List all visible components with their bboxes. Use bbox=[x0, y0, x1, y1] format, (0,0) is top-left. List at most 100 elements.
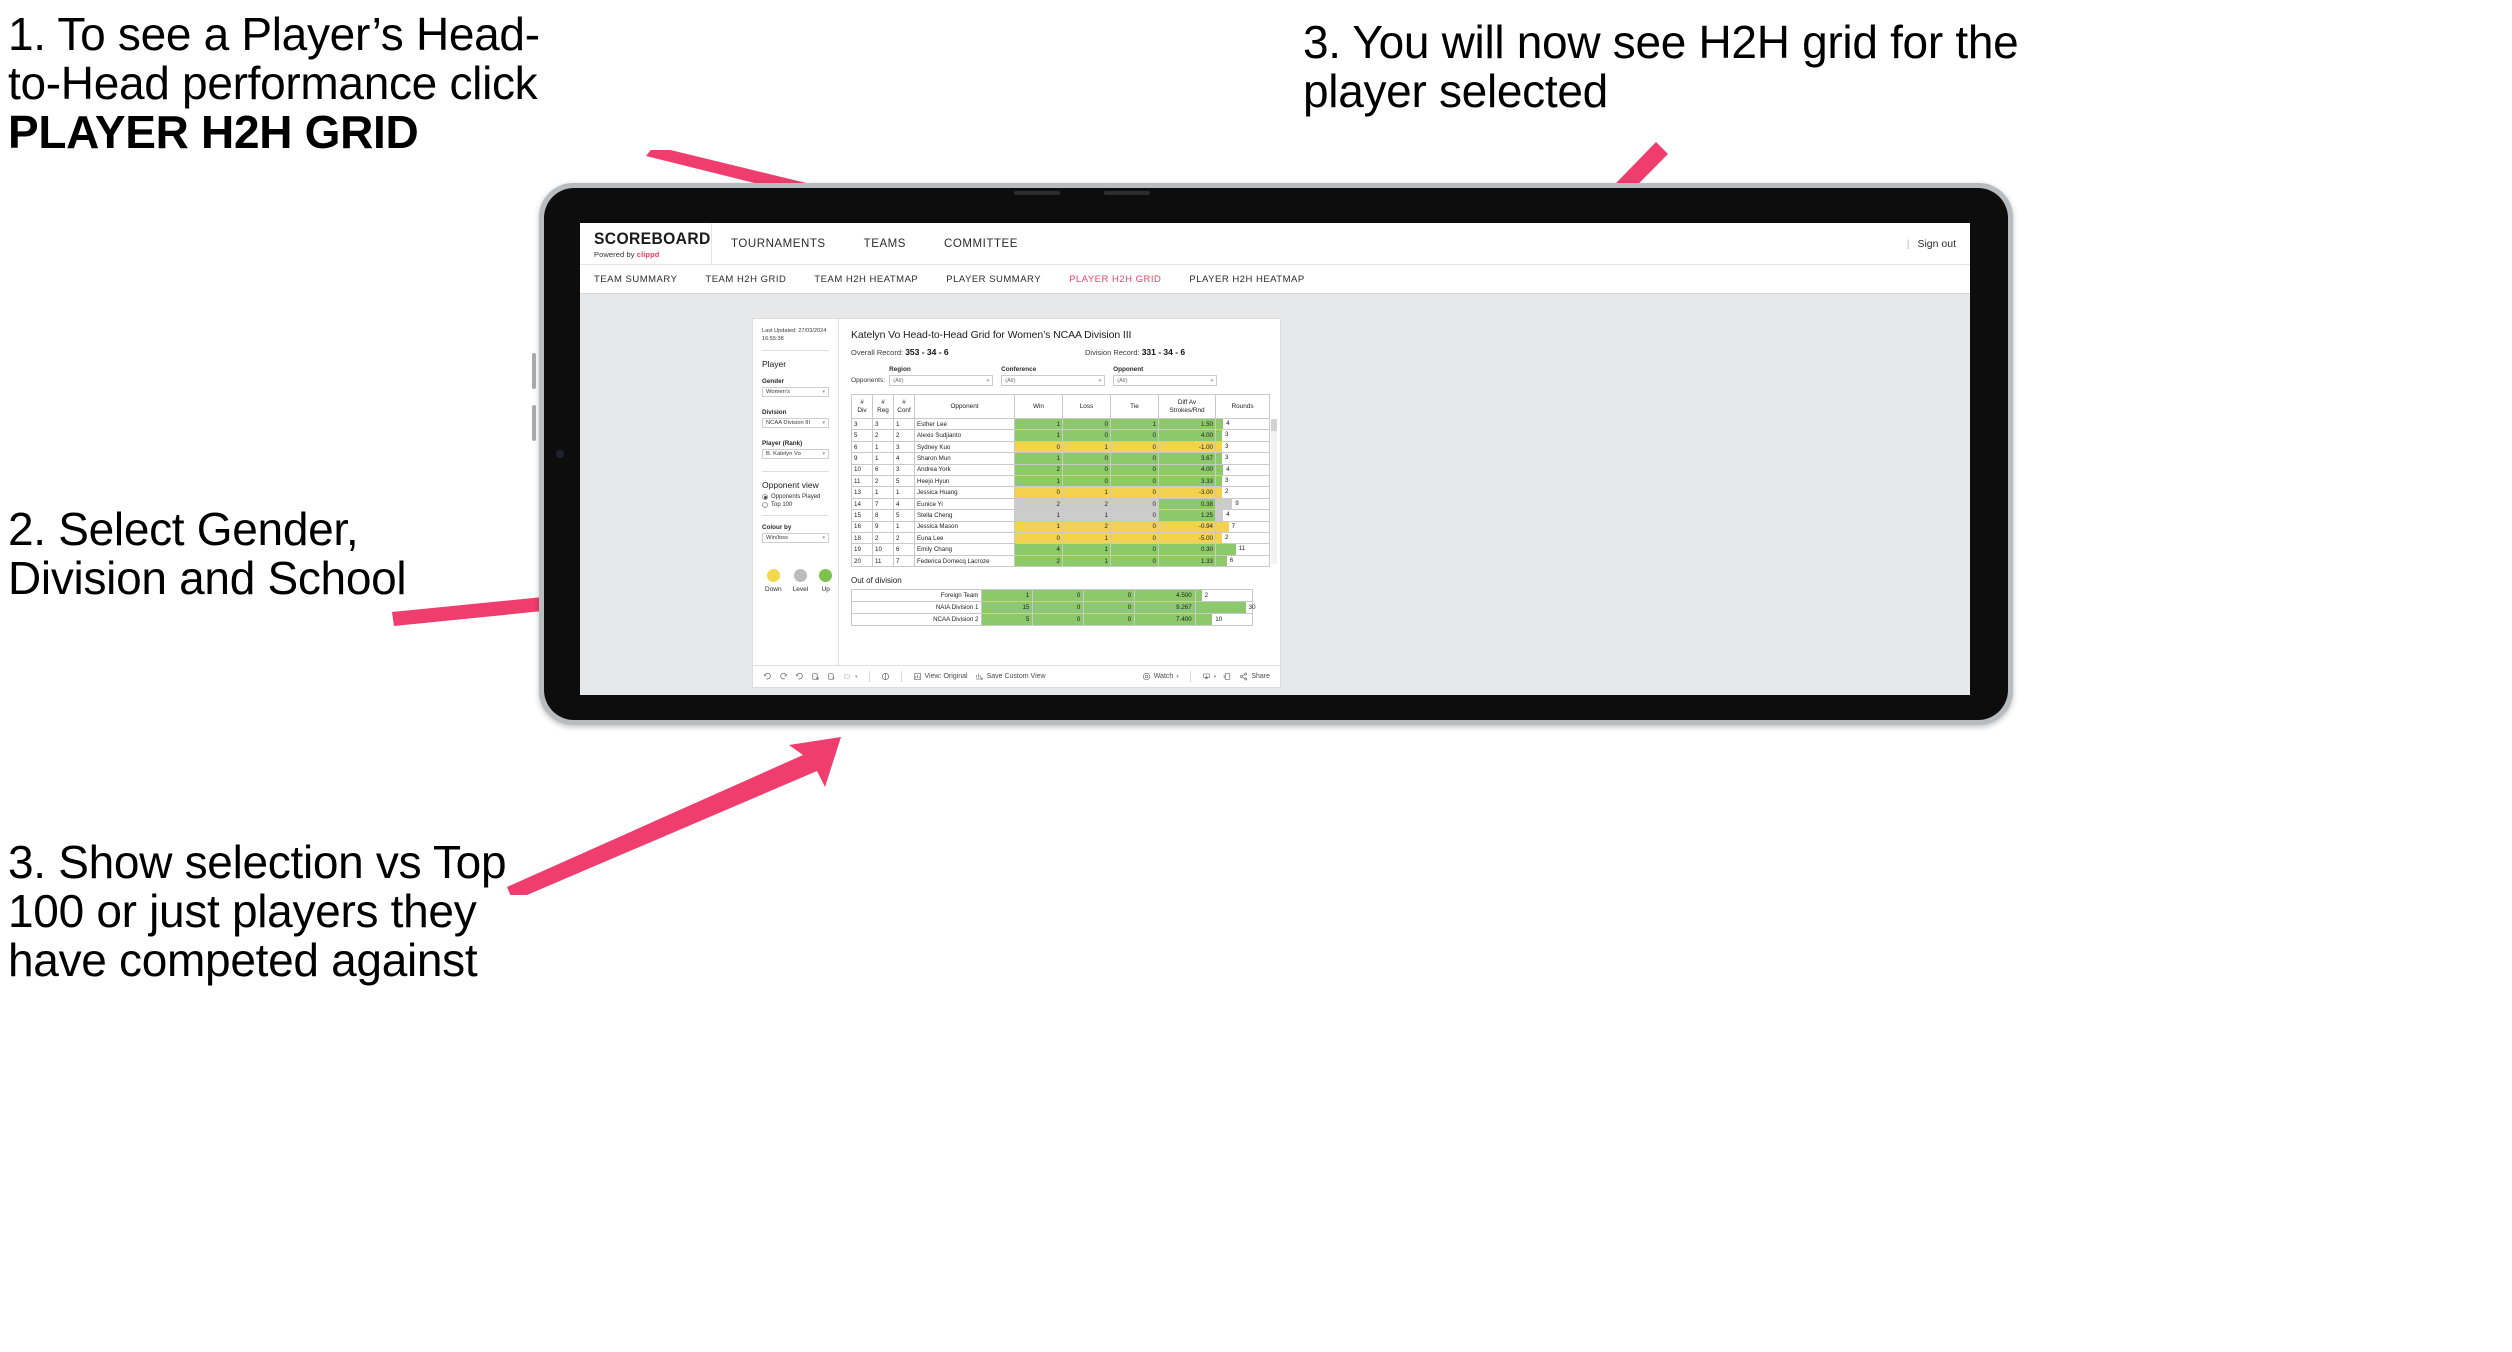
division-select[interactable]: NCAA Division III ▾ bbox=[762, 418, 829, 429]
cell-reg: 11 bbox=[872, 554, 894, 568]
table-row[interactable]: 5 2 2 Alexis Sudjianto 1 0 0 4.00 3 bbox=[851, 429, 1270, 442]
table-row[interactable]: 16 9 1 Jessica Mason 1 2 0 -0.94 7 bbox=[851, 520, 1270, 534]
cell-conf: 3 bbox=[893, 463, 915, 477]
col-conf-top: # bbox=[902, 398, 906, 406]
revert-button[interactable] bbox=[795, 672, 804, 681]
annotation-4: 3. You will now see H2H grid for the pla… bbox=[1303, 16, 2019, 118]
player-rank-select[interactable]: B. Katelyn Vo ▾ bbox=[762, 449, 829, 460]
redo-button[interactable] bbox=[779, 672, 788, 681]
cell-tie: 0 bbox=[1110, 497, 1159, 511]
cell-diff: 3.67 bbox=[1158, 452, 1216, 465]
cell-div: 9 bbox=[851, 452, 873, 465]
table-row[interactable]: 6 1 3 Sydney Kuo 0 1 0 -1.00 3 bbox=[851, 440, 1270, 454]
table-row[interactable]: 10 6 3 Andrea York 2 0 0 4.00 4 bbox=[851, 463, 1270, 477]
subnav-item-player-h2h-grid[interactable]: PLAYER H2H GRID bbox=[1069, 274, 1161, 285]
share-button[interactable]: Share bbox=[1239, 672, 1270, 681]
table-row[interactable]: NAIA Division 1 15 0 0 9.267 30 bbox=[850, 601, 1256, 615]
sign-out-link[interactable]: Sign out bbox=[1917, 238, 1956, 250]
table-row[interactable]: 20 11 7 Federica Domecq Lacroze 2 1 0 1.33 6 bbox=[851, 554, 1270, 568]
rounds-value: 3 bbox=[1225, 477, 1229, 485]
subnav-item-team-h2h-grid[interactable]: TEAM H2H GRID bbox=[705, 274, 786, 285]
subnav-item-team-h2h-heatmap[interactable]: TEAM H2H HEATMAP bbox=[814, 274, 918, 285]
cell-diff: 3.33 bbox=[1158, 475, 1216, 488]
grid-scrollbar[interactable] bbox=[1271, 419, 1277, 564]
topnav-item-tournaments[interactable]: TOURNAMENTS bbox=[712, 223, 845, 264]
cell-tie: 0 bbox=[1110, 509, 1159, 522]
pause-button[interactable] bbox=[827, 672, 836, 681]
col-reg: # Reg bbox=[872, 394, 894, 419]
cell-out-of-division-name: NCAA Division 2 bbox=[850, 613, 983, 627]
download-button[interactable]: ▾ bbox=[1202, 672, 1217, 681]
topnav-item-teams[interactable]: TEAMS bbox=[845, 223, 925, 264]
subnav-item-player-h2h-heatmap[interactable]: PLAYER H2H HEATMAP bbox=[1189, 274, 1304, 285]
cell-reg: 7 bbox=[872, 497, 894, 511]
cell-opponent: Jessica Mason bbox=[914, 520, 1015, 534]
cell-tie: 0 bbox=[1110, 543, 1159, 556]
cell-diff: -5.00 bbox=[1158, 532, 1216, 545]
table-row[interactable]: 3 3 1 Esther Lee 1 0 1 1.50 4 bbox=[851, 417, 1270, 431]
table-row[interactable]: 9 1 4 Sharon Mun 1 0 0 3.67 3 bbox=[851, 452, 1270, 465]
rounds-value: 3 bbox=[1225, 442, 1229, 450]
cell-win: 2 bbox=[1014, 497, 1063, 511]
cell-loss: 0 bbox=[1062, 475, 1111, 488]
highlight-button[interactable]: ▾ bbox=[843, 672, 858, 681]
filter-conference-select[interactable]: (All) ▾ bbox=[1001, 375, 1106, 386]
cell-reg: 1 bbox=[872, 440, 894, 454]
col-div-bottom: Div bbox=[857, 406, 867, 414]
out-of-division-table: Foreign Team 1 0 0 4.500 2 NAIA Division 1 15 0 0… bbox=[850, 589, 1256, 627]
cell-win: 1 bbox=[1014, 417, 1063, 431]
table-row[interactable]: 13 1 1 Jessica Huang 0 1 0 -3.00 2 bbox=[851, 486, 1270, 499]
view-original-button[interactable]: View: Original bbox=[913, 672, 968, 681]
radio-opponents-played[interactable]: Opponents Played bbox=[762, 494, 829, 501]
cell-loss: 1 bbox=[1062, 554, 1111, 568]
division-record-label: Division Record: bbox=[1085, 348, 1142, 357]
colour-by-select[interactable]: Win/loss ▾ bbox=[762, 533, 829, 544]
table-row[interactable]: 15 8 5 Stella Cheng 1 1 0 1.25 4 bbox=[851, 509, 1270, 522]
col-div-top: # bbox=[860, 398, 864, 406]
filter-region-select[interactable]: (All) ▾ bbox=[889, 375, 994, 386]
brand-logo[interactable]: SCOREBOARD Powered by clippd bbox=[580, 223, 712, 264]
cell-opponent: Andrea York bbox=[914, 463, 1015, 477]
colour-legend: Down Level Up bbox=[762, 569, 833, 593]
table-row[interactable]: Foreign Team 1 0 0 4.500 2 bbox=[850, 589, 1254, 603]
subnav-item-player-summary[interactable]: PLAYER SUMMARY bbox=[946, 274, 1041, 285]
save-custom-view-button[interactable]: Save Custom View bbox=[975, 672, 1046, 681]
undo-button[interactable] bbox=[763, 672, 772, 681]
cell-opponent: Alexis Sudjianto bbox=[914, 429, 1015, 442]
tablet-speaker-right bbox=[1104, 191, 1150, 195]
topnav-item-committee[interactable]: COMMITTEE bbox=[925, 223, 1037, 264]
legend-dot-up bbox=[819, 569, 833, 583]
radio-top-100[interactable]: Top 100 bbox=[762, 502, 829, 509]
table-row[interactable]: 14 7 4 Eunice Yi 2 2 0 0.38 9 bbox=[851, 497, 1270, 511]
filter-conference: Conference (All) ▾ bbox=[1001, 366, 1106, 386]
watch-button[interactable]: Watch ▾ bbox=[1142, 672, 1179, 681]
fullscreen-button[interactable] bbox=[1223, 672, 1232, 681]
cell-rounds: 4 bbox=[1215, 463, 1270, 477]
rounds-bar bbox=[1195, 614, 1213, 626]
filter-opponent-select[interactable]: (All) ▾ bbox=[1113, 375, 1218, 386]
cell-diff: 1.50 bbox=[1158, 417, 1216, 431]
cell-loss: 0 bbox=[1032, 589, 1085, 603]
table-row[interactable]: 19 10 6 Emily Chang 4 1 0 0.30 11 bbox=[851, 543, 1270, 556]
table-row[interactable]: 11 2 5 Heejo Hyun 1 0 0 3.33 3 bbox=[851, 475, 1270, 488]
cell-conf: 2 bbox=[893, 429, 915, 442]
chevron-down-icon: ▾ bbox=[822, 451, 825, 458]
grid-scrollbar-thumb[interactable] bbox=[1271, 419, 1277, 431]
gender-select[interactable]: Women's ▾ bbox=[762, 387, 829, 398]
subnav-item-team-summary[interactable]: TEAM SUMMARY bbox=[594, 274, 677, 285]
pause-auto-updates-button[interactable] bbox=[881, 672, 890, 681]
rounds-bar bbox=[1216, 544, 1236, 555]
cell-tie: 0 bbox=[1110, 452, 1159, 465]
brand-sub-name: clippd bbox=[636, 249, 660, 259]
rounds-value: 9 bbox=[1235, 499, 1239, 507]
refresh-button[interactable] bbox=[811, 672, 820, 681]
col-win: Win bbox=[1014, 394, 1063, 419]
topnav-divider: | bbox=[1906, 237, 1910, 250]
cell-opponent: Stella Cheng bbox=[914, 509, 1015, 522]
rounds-value: 30 bbox=[1248, 604, 1256, 612]
table-row[interactable]: NCAA Division 2 5 0 0 7.400 10 bbox=[850, 613, 1254, 627]
cell-loss: 2 bbox=[1062, 497, 1111, 511]
chevron-down-icon: ▾ bbox=[1213, 673, 1217, 680]
table-row[interactable]: 18 2 2 Euna Lee 0 1 0 -5.00 2 bbox=[851, 532, 1270, 545]
rounds-bar bbox=[1216, 498, 1233, 510]
